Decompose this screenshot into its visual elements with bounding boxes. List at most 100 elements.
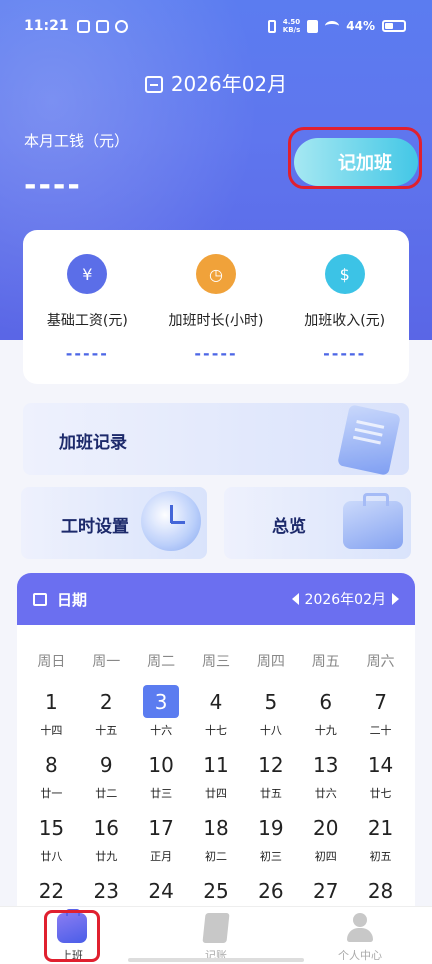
- tab-2[interactable]: 个人中心: [288, 907, 432, 964]
- calendar-icon: [144, 76, 163, 93]
- calendar-day[interactable]: 5 十八: [243, 685, 298, 739]
- status-right: 4.50 KB/s 44%: [267, 18, 406, 34]
- day-number: 15: [38, 815, 65, 840]
- lunar-date: 初二: [204, 850, 227, 863]
- calendar-day[interactable]: 11 廿四: [189, 748, 244, 802]
- calendar-day[interactable]: 21 初五: [353, 811, 408, 865]
- next-month-icon[interactable]: [392, 593, 399, 605]
- lunar-date: 十九: [314, 724, 337, 737]
- card-title: 工时设置: [61, 517, 129, 537]
- day-number: 11: [203, 752, 229, 777]
- monthly-wage-label: 本月工钱（元）: [24, 132, 130, 150]
- day-number: 12: [258, 752, 284, 777]
- net-speed-unit: KB/s: [282, 26, 301, 34]
- weekday-label: 周四: [256, 654, 285, 670]
- lunar-date: 十四: [40, 724, 63, 737]
- notification-icon: [95, 19, 109, 33]
- lunar-date: 廿六: [314, 787, 337, 800]
- calendar-day[interactable]: 18 初二: [189, 811, 244, 865]
- month-selector[interactable]: 2026年02月: [0, 68, 432, 97]
- calendar-month[interactable]: 2026年02月: [305, 589, 386, 609]
- home-indicator: [128, 958, 304, 962]
- lunar-date: 正月: [150, 850, 173, 863]
- briefcase-illustration-icon: [343, 493, 403, 549]
- calendar-day[interactable]: 1 十四: [24, 685, 79, 739]
- tab-label: 个人中心: [338, 949, 382, 962]
- lunar-date: 初四: [314, 850, 337, 863]
- lunar-date: 廿五: [259, 787, 282, 800]
- calendar-day[interactable]: 14 廿七: [353, 748, 408, 802]
- day-number: 20: [312, 815, 339, 840]
- day-number: 9: [99, 752, 113, 777]
- day-number: 21: [367, 815, 394, 840]
- clock-illustration-icon: [141, 491, 201, 551]
- stat-overtime-hours[interactable]: ◷ 加班时长(小时) -----: [152, 230, 281, 384]
- prev-month-icon[interactable]: [291, 593, 299, 605]
- highlight-box: [44, 910, 100, 962]
- calendar-header: 日期 2026年02月: [17, 573, 415, 625]
- lunar-date: 十七: [204, 724, 227, 737]
- day-number: 19: [258, 815, 284, 840]
- tab-1[interactable]: 记账: [144, 907, 288, 964]
- day-number: 13: [312, 752, 339, 777]
- calendar-icon: [33, 592, 47, 606]
- person-icon: [345, 913, 375, 943]
- day-number: 27: [312, 878, 339, 903]
- weekday-label: 周二: [147, 654, 176, 670]
- monthly-wage-value: ----: [24, 168, 82, 203]
- day-number: 8: [45, 752, 58, 777]
- calendar-day[interactable]: 13 廿六: [298, 748, 353, 802]
- income-doc-icon: $: [324, 254, 365, 294]
- day-number: 2: [99, 689, 113, 714]
- lunar-date: 廿二: [95, 787, 118, 800]
- calendar-day[interactable]: 20 初四: [298, 811, 353, 865]
- day-number: 3: [143, 685, 180, 718]
- stat-base-wage[interactable]: ¥ 基础工资(元) -----: [23, 230, 152, 384]
- lunar-date: 初五: [369, 850, 392, 863]
- card-title: 加班记录: [59, 433, 127, 453]
- stat-value: -----: [323, 344, 367, 363]
- overview-card[interactable]: 总览: [224, 487, 411, 559]
- calendar-days: 1 十四 2 十五 3 十六 4 十七 5 十八 6 十九 7 二十 8 廿一 9 廿二 10 廿三 11 廿四 12 廿五 1…: [17, 685, 415, 928]
- stat-value: -----: [65, 344, 109, 363]
- calendar-day[interactable]: 6 十九: [298, 685, 353, 739]
- network-speed: 4.50 KB/s: [283, 18, 300, 34]
- lunar-date: 廿一: [40, 787, 63, 800]
- notification-icon: [114, 19, 128, 33]
- calendar-day[interactable]: 2 十五: [79, 685, 134, 739]
- lunar-date: 廿四: [204, 787, 227, 800]
- calendar-day[interactable]: 15 廿八: [24, 811, 79, 865]
- day-number: 14: [367, 752, 394, 777]
- calendar-day[interactable]: 16 廿九: [79, 811, 134, 865]
- calendar-day[interactable]: 9 廿二: [79, 748, 134, 802]
- stat-overtime-income[interactable]: $ 加班收入(元) -----: [280, 230, 409, 384]
- vibrate-icon: [267, 19, 276, 33]
- calendar-day[interactable]: 7 二十: [353, 685, 408, 739]
- day-number: 25: [203, 878, 229, 903]
- stat-value: -----: [194, 344, 238, 363]
- day-number: 17: [148, 815, 174, 840]
- calendar-day[interactable]: 4 十七: [189, 685, 244, 739]
- notebook-icon: [202, 913, 230, 943]
- lunar-date: 十五: [95, 724, 118, 737]
- calendar-day[interactable]: 10 廿三: [134, 748, 189, 802]
- wage-doc-icon: ¥: [67, 254, 108, 294]
- weekday-label: 周五: [311, 654, 340, 670]
- day-number: 7: [374, 689, 387, 714]
- overtime-records-card[interactable]: 加班记录: [23, 403, 409, 475]
- sim-icon: [307, 19, 319, 33]
- calendar-day[interactable]: 19 初三: [243, 811, 298, 865]
- work-hours-settings-card[interactable]: 工时设置: [21, 487, 207, 559]
- day-number: 1: [45, 689, 58, 714]
- calendar-day[interactable]: 3 十六: [134, 685, 189, 739]
- calendar-day[interactable]: 8 廿一: [24, 748, 79, 802]
- lunar-date: 初三: [259, 850, 282, 863]
- lunar-date: 二十: [369, 724, 392, 737]
- day-number: 6: [319, 689, 333, 714]
- notification-icon: [76, 19, 90, 33]
- calendar-day[interactable]: 12 廿五: [243, 748, 298, 802]
- calendar-day[interactable]: 17 正月: [134, 811, 189, 865]
- weekday-row: 周日 周一 周二 周三 周四 周五 周六: [17, 651, 415, 671]
- lunar-date: 廿七: [369, 787, 392, 800]
- stat-label: 加班收入(元): [304, 313, 386, 329]
